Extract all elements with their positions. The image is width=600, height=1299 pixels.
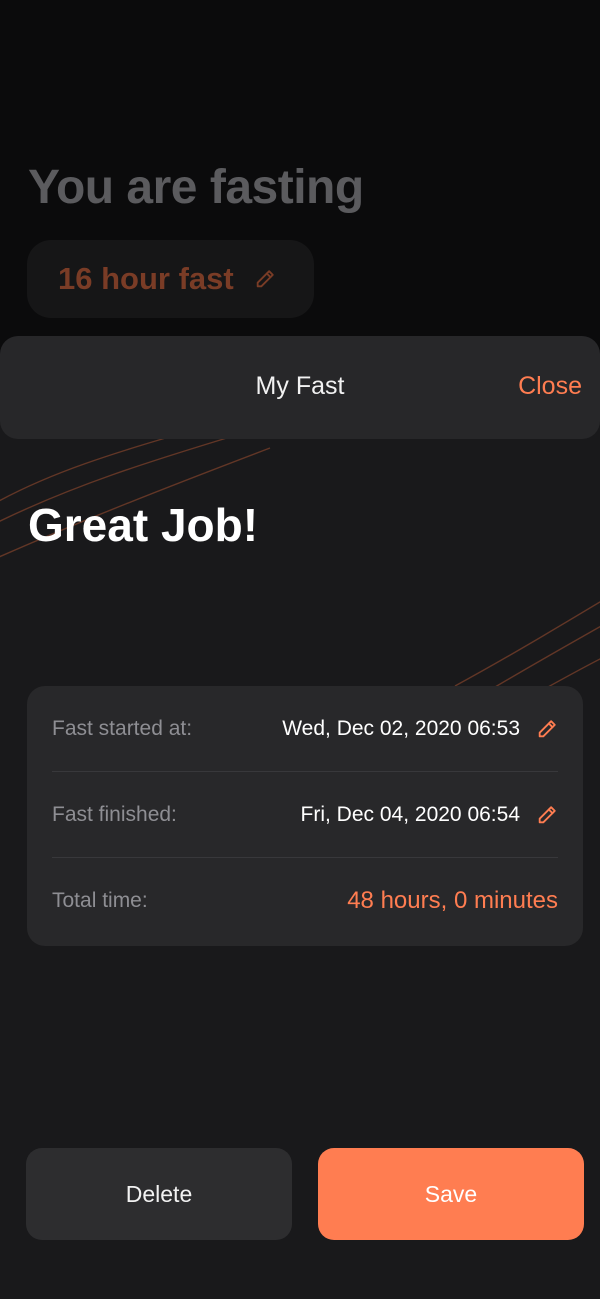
delete-button[interactable]: Delete <box>26 1148 292 1240</box>
sheet-header: My Fast Close <box>0 336 600 439</box>
fast-started-value: Wed, Dec 02, 2020 06:53 <box>282 717 520 740</box>
total-time-row: Total time: 48 hours, 0 minutes <box>52 858 558 944</box>
close-button[interactable]: Close <box>518 372 582 401</box>
fast-finished-value: Fri, Dec 04, 2020 06:54 <box>300 803 520 826</box>
pencil-icon <box>254 268 276 290</box>
fast-details-card: Fast started at: Wed, Dec 02, 2020 06:53… <box>27 686 583 946</box>
total-time-label: Total time: <box>52 889 148 912</box>
background-screen: You are fasting 16 hour fast <box>0 0 600 340</box>
save-button[interactable]: Save <box>318 1148 584 1240</box>
fast-plan-label: 16 hour fast <box>58 261 234 296</box>
fast-plan-chip: 16 hour fast <box>27 240 314 318</box>
pencil-icon[interactable] <box>536 804 558 826</box>
fast-finished-row: Fast finished: Fri, Dec 04, 2020 06:54 <box>52 772 558 858</box>
total-time-value: 48 hours, 0 minutes <box>347 887 558 914</box>
fast-started-row: Fast started at: Wed, Dec 02, 2020 06:53 <box>52 686 558 772</box>
fast-finished-label: Fast finished: <box>52 803 177 826</box>
pencil-icon[interactable] <box>536 718 558 740</box>
my-fast-sheet: My Fast Close Great Job! Fast started at… <box>0 336 600 1299</box>
sheet-title: My Fast <box>255 372 345 400</box>
success-heading: Great Job! <box>28 499 259 551</box>
background-title: You are fasting <box>28 161 364 214</box>
fast-started-label: Fast started at: <box>52 717 193 740</box>
app-screen: You are fasting 16 hour fast My Fast Clo… <box>0 0 600 1299</box>
